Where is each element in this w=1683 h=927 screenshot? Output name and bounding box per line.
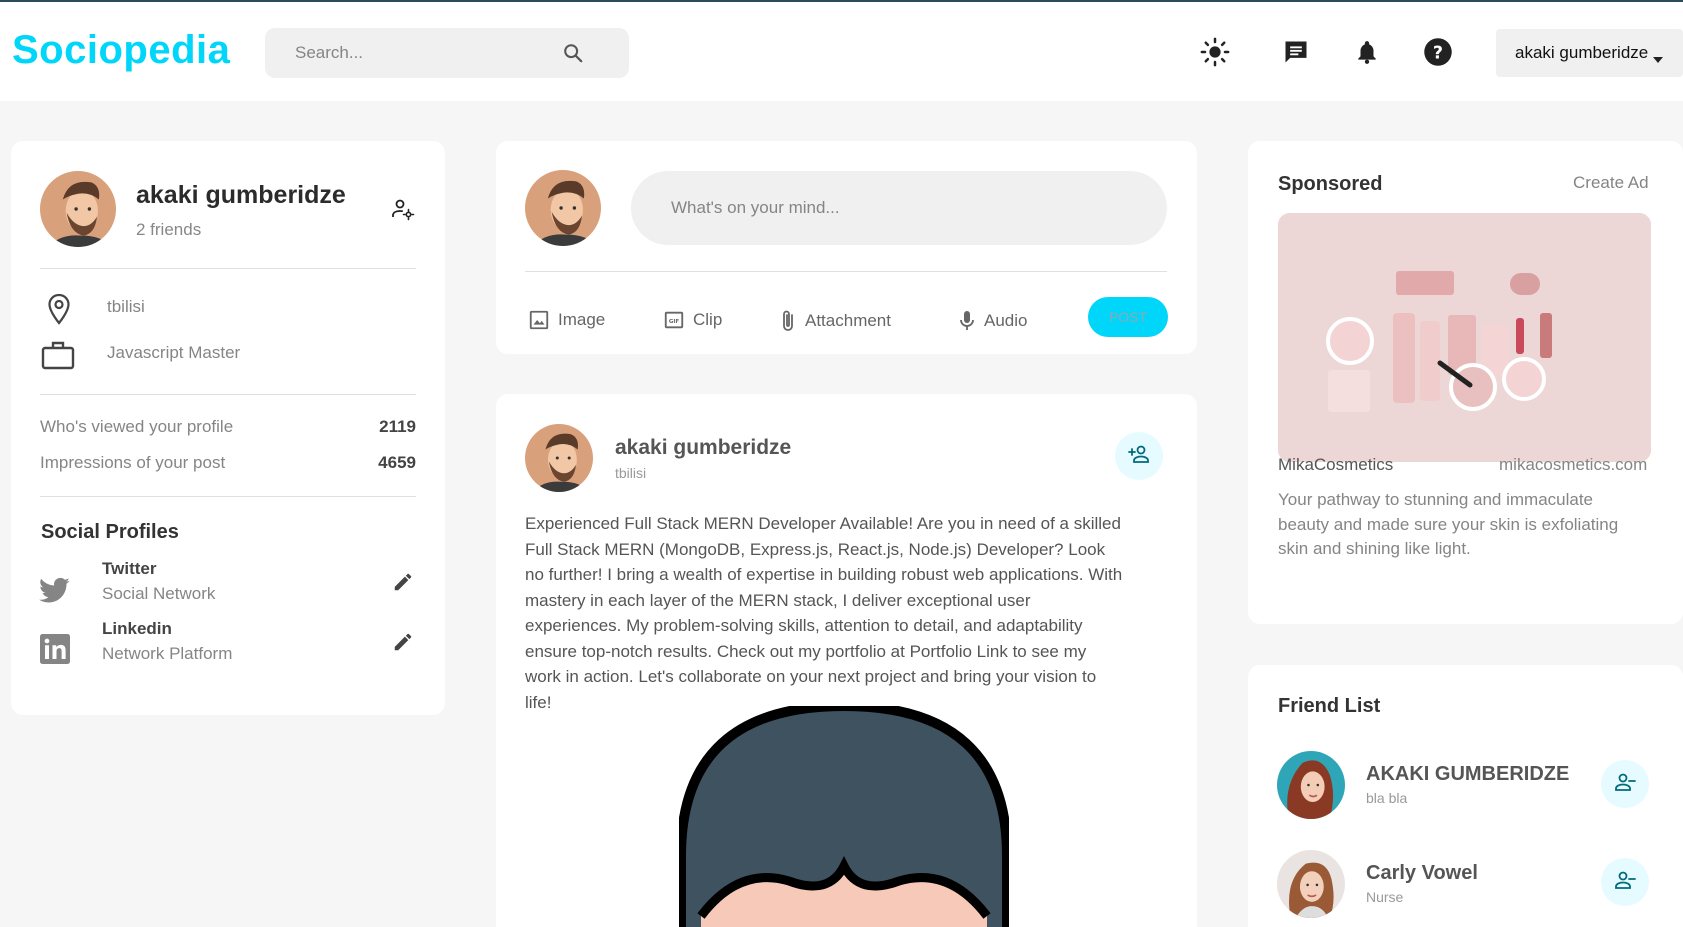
search-input[interactable]: [295, 28, 575, 78]
post-author-location: tbilisi: [615, 465, 647, 481]
post-author-name[interactable]: akaki gumberidze: [615, 436, 791, 460]
edit-icon[interactable]: [392, 571, 414, 598]
post-description: Experienced Full Stack MERN Developer Av…: [525, 514, 1123, 712]
person-remove-icon: [1613, 770, 1637, 799]
friend-name[interactable]: Carly Vowel: [1366, 862, 1478, 885]
app-logo[interactable]: Sociopedia: [12, 28, 230, 73]
location-icon: [47, 293, 71, 330]
location-text: tbilisi: [107, 297, 145, 316]
help-icon[interactable]: ?: [1422, 36, 1454, 68]
svg-text:?: ?: [1433, 43, 1443, 63]
user-menu-name: akaki gumberidze: [1515, 43, 1649, 62]
divider: [40, 268, 416, 269]
remove-friend-button[interactable]: [1601, 760, 1649, 808]
profile-name[interactable]: akaki gumberidze: [136, 181, 346, 210]
post-button[interactable]: POST: [1088, 297, 1168, 337]
work-icon: [41, 340, 75, 375]
advert-description: Your pathway to stunning and immaculate …: [1278, 490, 1619, 558]
linkedin-sub: Network Platform: [102, 644, 233, 663]
advert-widget: Sponsored Create Ad MikaCosmetics mikaco…: [1248, 141, 1683, 624]
svg-text:GIF: GIF: [669, 319, 680, 325]
my-post-widget: What's on your mind... Image GIF Clip At…: [496, 141, 1197, 354]
divider: [40, 394, 416, 395]
social-profiles-title: Social Profiles: [41, 521, 179, 543]
linkedin-name[interactable]: Linkedin: [102, 619, 172, 639]
chevron-down-icon: [1653, 48, 1663, 68]
user-menu-select[interactable]: akaki gumberidze: [1496, 29, 1683, 77]
audio-label: Audio: [984, 311, 1028, 330]
remove-friend-button[interactable]: [1601, 858, 1649, 906]
person-remove-icon: [1613, 868, 1637, 897]
image-label: Image: [558, 310, 606, 329]
edit-icon[interactable]: [392, 631, 414, 658]
search-icon[interactable]: [562, 42, 584, 69]
friend-list-title: Friend List: [1278, 695, 1381, 717]
clip-label: Clip: [693, 310, 723, 329]
twitter-name[interactable]: Twitter: [102, 559, 156, 579]
profile-views-value: 2119: [379, 417, 416, 436]
light-mode-icon[interactable]: [1199, 36, 1231, 68]
avatar[interactable]: [1277, 850, 1345, 918]
notifications-icon[interactable]: [1351, 36, 1383, 68]
avatar[interactable]: [40, 171, 116, 247]
friend-occupation: Nurse: [1366, 889, 1404, 905]
user-widget: akaki gumberidze 2 friends tbilisi Javas…: [11, 141, 445, 715]
create-ad-link[interactable]: Create Ad: [1573, 173, 1649, 193]
attachment-label: Attachment: [805, 311, 891, 330]
advert-site[interactable]: mikacosmetics.com: [1499, 455, 1647, 475]
post-impressions-value: 4659: [378, 453, 416, 472]
message-icon[interactable]: [1280, 36, 1312, 68]
divider: [40, 496, 416, 497]
divider: [525, 271, 1167, 272]
profile-views-label: Who's viewed your profile: [40, 417, 234, 436]
occupation-text: Javascript Master: [107, 343, 241, 362]
image-action[interactable]: Image: [528, 309, 605, 331]
friend-list-widget: Friend List AKAKI GUMBERIDZE bla bla Car…: [1248, 665, 1683, 927]
friend-name[interactable]: AKAKI GUMBERIDZE: [1366, 763, 1569, 786]
avatar[interactable]: [1277, 751, 1345, 819]
avatar[interactable]: [525, 424, 593, 492]
feed-post: akaki gumberidze tbilisi Experienced Ful…: [496, 394, 1197, 927]
friends-count: 2 friends: [136, 220, 202, 239]
friend-occupation: bla bla: [1366, 790, 1408, 806]
navbar: Sociopedia ? akaki gumberidze: [0, 0, 1683, 101]
avatar[interactable]: [525, 170, 601, 246]
sponsored-title: Sponsored: [1278, 173, 1383, 195]
twitter-icon: [39, 577, 71, 610]
attachment-action[interactable]: Attachment: [779, 309, 891, 333]
twitter-sub: Social Network: [102, 584, 216, 603]
advert-image[interactable]: [1278, 213, 1651, 462]
manage-accounts-icon[interactable]: [391, 197, 415, 226]
post-image[interactable]: [676, 700, 1012, 927]
post-input[interactable]: What's on your mind...: [631, 171, 1167, 245]
post-impressions-label: Impressions of your post: [40, 453, 226, 472]
person-add-icon: [1127, 442, 1151, 471]
search-bar: [265, 28, 629, 78]
audio-action[interactable]: Audio: [958, 309, 1027, 333]
add-friend-button[interactable]: [1115, 432, 1163, 480]
advert-brand[interactable]: MikaCosmetics: [1278, 455, 1393, 475]
linkedin-icon: [40, 634, 70, 669]
clip-action[interactable]: GIF Clip: [663, 309, 722, 331]
